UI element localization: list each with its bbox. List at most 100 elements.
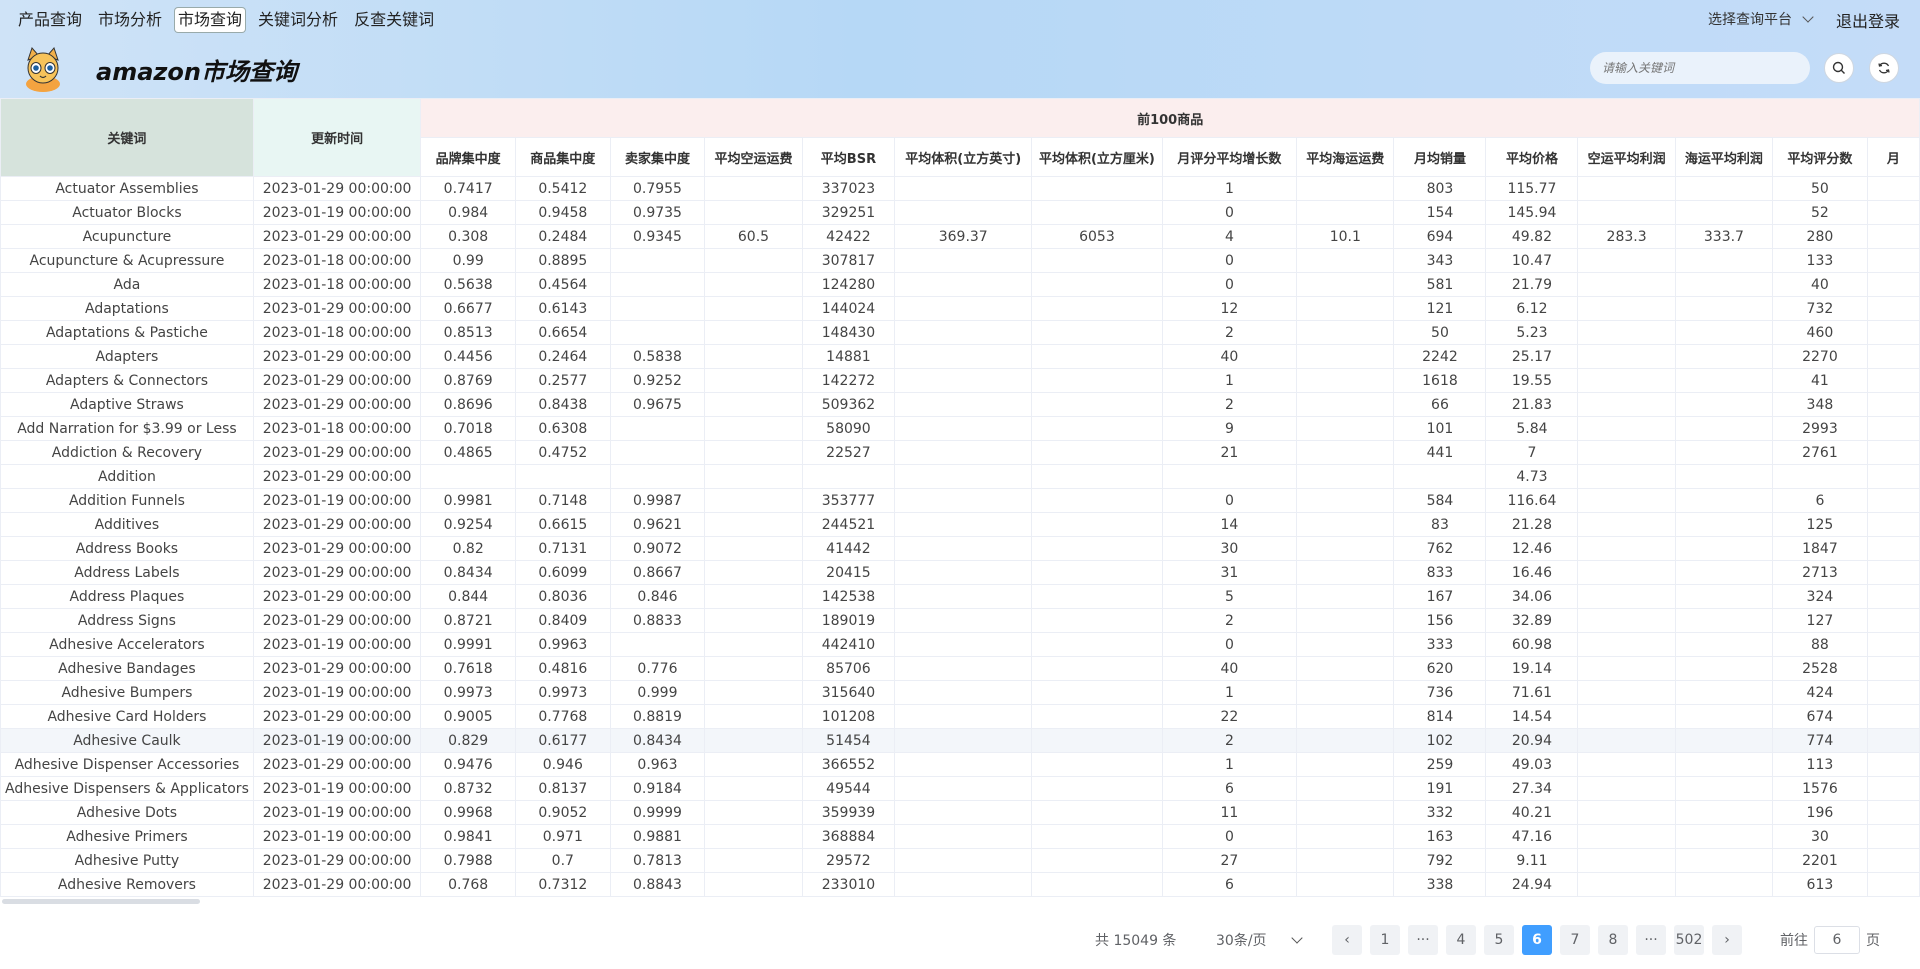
page-button-6[interactable]: 6 xyxy=(1522,925,1552,955)
table-row[interactable]: Adaptations 2023-01-29 00:00:00 0.6677 0.61… xyxy=(0,296,1920,321)
table-cell xyxy=(1866,272,1920,297)
table-row[interactable]: Addition Funnels 2023-01-19 00:00:00 0.998… xyxy=(0,488,1920,513)
table-cell xyxy=(1577,272,1676,297)
table-cell xyxy=(1577,752,1676,777)
table-row[interactable]: Address Labels 2023-01-29 00:00:00 0.8434 0… xyxy=(0,560,1920,585)
table-cell: 40.21 xyxy=(1485,800,1579,825)
table-cell xyxy=(1031,824,1163,849)
page-button-502[interactable]: 502 xyxy=(1674,925,1704,955)
table-row[interactable]: Additives 2023-01-29 00:00:00 0.9254 0.6615… xyxy=(0,512,1920,537)
column-header[interactable]: 品牌集中度 xyxy=(420,137,516,177)
table-row[interactable]: Actuator Assemblies 2023-01-29 00:00:00 0.… xyxy=(0,176,1920,201)
column-header[interactable]: 平均海运运费 xyxy=(1296,137,1395,177)
prev-page-button[interactable]: ‹ xyxy=(1332,925,1362,955)
table-row[interactable]: Acupuncture & Acupressure 2023-01-18 00:0… xyxy=(0,248,1920,273)
table-row[interactable]: Adhesive Removers 2023-01-29 00:00:00 0.76… xyxy=(0,872,1920,897)
table-row[interactable]: Acupuncture 2023-01-29 00:00:00 0.308 0.248… xyxy=(0,224,1920,249)
column-header[interactable]: 月均销量 xyxy=(1393,137,1487,177)
table-row[interactable]: Address Signs 2023-01-29 00:00:00 0.8721 0.… xyxy=(0,608,1920,633)
table-row[interactable]: Adaptations & Pastiche 2023-01-18 00:00:0… xyxy=(0,320,1920,345)
column-header[interactable]: 平均体积(立方英寸) xyxy=(894,137,1033,177)
nav-item-5[interactable]: 反查关键词 xyxy=(351,8,437,32)
table-cell xyxy=(1031,728,1163,753)
goto-page-input[interactable] xyxy=(1814,926,1860,954)
page-button-1[interactable]: 1 xyxy=(1370,925,1400,955)
table-cell xyxy=(1296,632,1395,657)
column-header[interactable]: 平均BSR xyxy=(801,137,896,177)
table-cell: 2201 xyxy=(1772,848,1868,873)
column-header[interactable]: 商品集中度 xyxy=(514,137,611,177)
column-header[interactable]: 海运平均利润 xyxy=(1674,137,1774,177)
table-cell xyxy=(704,560,803,585)
next-page-button[interactable]: › xyxy=(1712,925,1742,955)
table-row[interactable]: Addiction & Recovery 2023-01-29 00:00:00 0… xyxy=(0,440,1920,465)
update-time-column-header[interactable]: 更新时间 xyxy=(252,98,422,177)
table-row[interactable]: Adhesive Caulk 2023-01-19 00:00:00 0.829 0.… xyxy=(0,728,1920,753)
table-row[interactable]: Adhesive Dots 2023-01-19 00:00:00 0.9968 0.… xyxy=(0,800,1920,825)
table-row[interactable]: Adhesive Putty 2023-01-29 00:00:00 0.7988 0… xyxy=(0,848,1920,873)
column-header[interactable]: 平均空运运费 xyxy=(704,137,803,177)
platform-select[interactable]: 选择查询平台 xyxy=(1708,9,1814,29)
table-row[interactable]: Addition 2023-01-29 00:00:00 4.73 xyxy=(0,464,1920,489)
table-cell xyxy=(1674,608,1774,633)
table-cell xyxy=(894,848,1033,873)
table-row[interactable]: Actuator Blocks 2023-01-19 00:00:00 0.984 0… xyxy=(0,200,1920,225)
horizontal-scrollbar[interactable] xyxy=(2,899,200,904)
table-cell xyxy=(1866,176,1920,201)
table-row[interactable]: Adhesive Accelerators 2023-01-19 00:00:00… xyxy=(0,632,1920,657)
table-row[interactable]: Adhesive Primers 2023-01-19 00:00:00 0.984… xyxy=(0,824,1920,849)
table-cell xyxy=(894,272,1033,297)
table-cell: 0.8409 xyxy=(514,608,611,633)
table-cell: 0.8721 xyxy=(420,608,516,633)
table-row[interactable]: Adhesive Bandages 2023-01-29 00:00:00 0.76… xyxy=(0,656,1920,681)
table-cell xyxy=(704,704,803,729)
page-ellipsis-button[interactable]: ··· xyxy=(1408,925,1438,955)
table-cell xyxy=(1296,680,1395,705)
keyword-column-header[interactable]: 关键词 xyxy=(0,98,254,177)
table-row[interactable]: Adhesive Card Holders 2023-01-29 00:00:00… xyxy=(0,704,1920,729)
table-row[interactable]: Address Books 2023-01-29 00:00:00 0.82 0.71… xyxy=(0,536,1920,561)
keyword-search-input[interactable] xyxy=(1590,52,1810,84)
nav-item-2[interactable]: 市场分析 xyxy=(95,8,165,32)
nav-item-4[interactable]: 关键词分析 xyxy=(255,8,341,32)
nav-item-1[interactable]: 产品查询 xyxy=(15,8,85,32)
table-row[interactable]: Adapters & Connectors 2023-01-29 00:00:00… xyxy=(0,368,1920,393)
table-cell: 0.9254 xyxy=(420,512,516,537)
page-ellipsis-button[interactable]: ··· xyxy=(1636,925,1666,955)
column-header[interactable]: 空运平均利润 xyxy=(1577,137,1676,177)
table-cell xyxy=(1031,248,1163,273)
top100-group-header: 前100商品 xyxy=(420,98,1920,138)
table-row[interactable]: Ada 2023-01-18 00:00:00 0.5638 0.4564 124280… xyxy=(0,272,1920,297)
table-row[interactable]: Adaptive Straws 2023-01-29 00:00:00 0.8696… xyxy=(0,392,1920,417)
column-header[interactable]: 卖家集中度 xyxy=(609,137,706,177)
table-row[interactable]: Adhesive Dispensers & Applicators 2023-01… xyxy=(0,776,1920,801)
nav-item-3[interactable]: 市场查询 xyxy=(175,8,246,32)
table-cell: 0.9005 xyxy=(420,704,516,729)
update-time-cell: 2023-01-19 00:00:00 xyxy=(252,488,422,513)
page-button-7[interactable]: 7 xyxy=(1560,925,1590,955)
table-cell: 22527 xyxy=(801,440,896,465)
logout-button[interactable]: 退出登录 xyxy=(1836,8,1900,32)
table-row[interactable]: Add Narration for $3.99 or Less 2023-01-1… xyxy=(0,416,1920,441)
column-header[interactable]: 平均价格 xyxy=(1485,137,1579,177)
table-cell: 125 xyxy=(1772,512,1868,537)
search-button[interactable] xyxy=(1824,53,1854,83)
table-row[interactable]: Address Plaques 2023-01-29 00:00:00 0.844 0… xyxy=(0,584,1920,609)
page-button-5[interactable]: 5 xyxy=(1484,925,1514,955)
table-row[interactable]: Adhesive Dispenser Accessories 2023-01-29… xyxy=(0,752,1920,777)
table-cell xyxy=(1296,200,1395,225)
table-row[interactable]: Adhesive Bumpers 2023-01-19 00:00:00 0.997… xyxy=(0,680,1920,705)
page-button-4[interactable]: 4 xyxy=(1446,925,1476,955)
column-header[interactable]: 月 xyxy=(1866,137,1920,177)
refresh-button[interactable] xyxy=(1869,53,1899,83)
table-cell: 124280 xyxy=(801,272,896,297)
table-cell: 40 xyxy=(1161,656,1298,681)
page-size-select[interactable]: 30条/页 xyxy=(1216,925,1303,955)
page-button-8[interactable]: 8 xyxy=(1598,925,1628,955)
column-header[interactable]: 平均体积(立方厘米) xyxy=(1031,137,1163,177)
column-header[interactable]: 月评分平均增长数 xyxy=(1161,137,1298,177)
column-header[interactable]: 平均评分数 xyxy=(1772,137,1868,177)
table-row[interactable]: Adapters 2023-01-29 00:00:00 0.4456 0.2464 0… xyxy=(0,344,1920,369)
table-cell xyxy=(1674,440,1774,465)
table-cell xyxy=(1296,800,1395,825)
